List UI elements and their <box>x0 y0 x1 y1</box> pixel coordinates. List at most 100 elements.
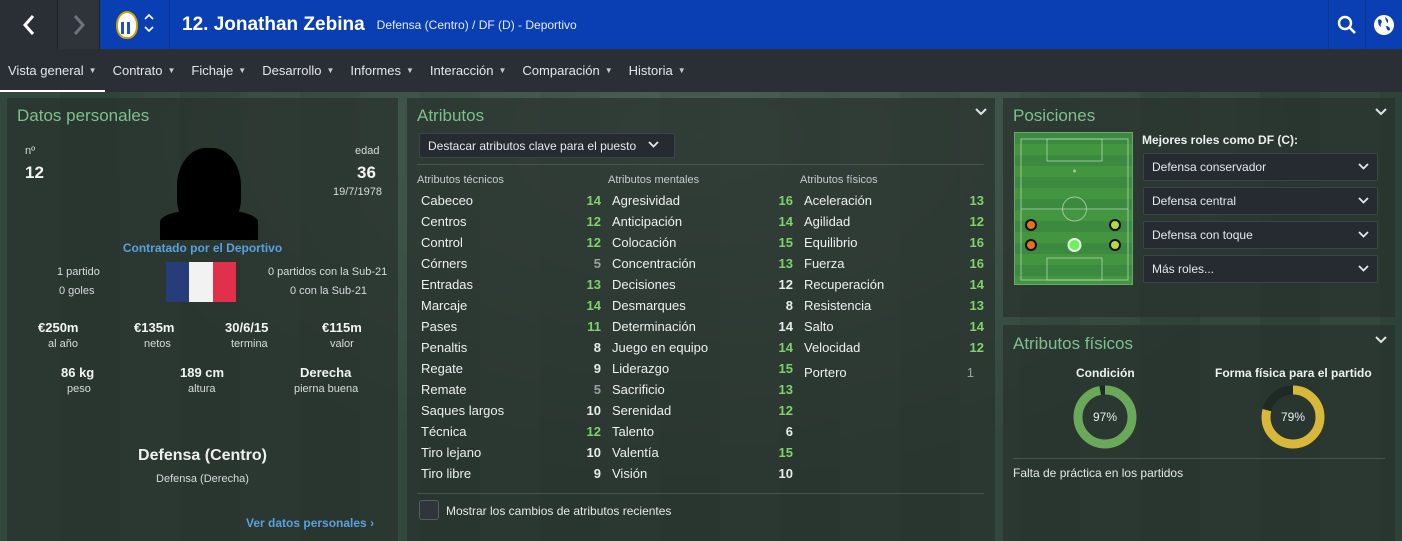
expiry-value: 30/6/15 <box>225 320 269 335</box>
attribute-row[interactable]: Resistencia 13 <box>804 295 984 316</box>
attribute-row[interactable]: Regate 9 <box>421 358 601 379</box>
net-value: €135m <box>134 320 175 335</box>
attribute-value: 13 <box>969 298 984 313</box>
attribute-value: 14 <box>778 214 793 229</box>
attribute-row[interactable]: Liderazgo 15 <box>612 358 793 379</box>
forward-button[interactable] <box>58 0 100 49</box>
attribute-value: 12 <box>969 340 984 355</box>
attribute-name: Decisiones <box>612 277 676 292</box>
match-fitness-label: Forma física para el partido <box>1215 366 1372 380</box>
up-down-arrows-icon[interactable] <box>143 12 154 37</box>
collapse-positions-icon[interactable] <box>1375 107 1387 119</box>
attribute-row[interactable]: Cabeceo 14 <box>421 190 601 211</box>
role-dropdown-3[interactable]: Defensa con toque <box>1143 221 1378 249</box>
attribute-row[interactable]: Velocidad 12 <box>804 337 984 358</box>
fitness-note: Falta de práctica en los partidos <box>1013 466 1184 480</box>
attribute-row[interactable]: Sacrificio 13 <box>612 379 793 400</box>
position-dot-dc <box>1067 238 1082 252</box>
attribute-value: 14 <box>778 319 793 334</box>
divider <box>417 164 984 165</box>
attribute-row[interactable]: Técnica 12 <box>421 421 601 442</box>
attribute-name: Agresividad <box>612 193 680 208</box>
attribute-row[interactable]: Equilibrio 16 <box>804 232 984 253</box>
attribute-value: 14 <box>778 340 793 355</box>
back-button[interactable] <box>0 0 58 49</box>
chevron-down-icon: ▼ <box>677 66 686 75</box>
tab-contrato[interactable]: Contrato ▼ <box>105 49 184 92</box>
view-personal-data-link[interactable]: Ver datos personales › <box>246 516 374 530</box>
attribute-row[interactable]: Saques largos 10 <box>421 400 601 421</box>
attribute-row[interactable]: Agilidad 12 <box>804 211 984 232</box>
attribute-row[interactable]: Agresividad 16 <box>612 190 793 211</box>
search-button[interactable] <box>1328 0 1365 49</box>
link-label: Ver datos personales <box>246 516 367 530</box>
attribute-row[interactable]: Anticipación 14 <box>612 211 793 232</box>
show-changes-label[interactable]: Mostrar los cambios de atributos recient… <box>446 504 671 518</box>
tab-comparacion[interactable]: Comparación ▼ <box>514 49 620 92</box>
attribute-value: 12 <box>778 277 793 292</box>
attribute-row[interactable]: Tiro libre 9 <box>421 463 601 484</box>
more-roles-dropdown[interactable]: Más roles... <box>1143 255 1378 283</box>
attribute-row[interactable]: Juego en equipo 14 <box>612 337 793 358</box>
personal-panel-title: Datos personales <box>17 106 150 125</box>
tab-label: Desarrollo <box>262 63 322 78</box>
attribute-row[interactable]: Control 12 <box>421 232 601 253</box>
attribute-row[interactable]: Centros 12 <box>421 211 601 232</box>
role-dropdown-2[interactable]: Defensa central <box>1143 187 1378 215</box>
attribute-row[interactable]: Salto 14 <box>804 316 984 337</box>
attribute-row[interactable]: Fuerza 16 <box>804 253 984 274</box>
show-changes-checkbox[interactable] <box>419 500 439 520</box>
collapse-physical-icon[interactable] <box>1375 335 1387 347</box>
attribute-row[interactable]: Marcaje 14 <box>421 295 601 316</box>
foot-value: Derecha <box>300 365 352 380</box>
attribute-row[interactable]: Desmarques 8 <box>612 295 793 316</box>
tab-interaccion[interactable]: Interacción ▼ <box>422 49 515 92</box>
attribute-value: 12 <box>586 424 601 439</box>
attribute-row[interactable]: Córners 5 <box>421 253 601 274</box>
chevron-down-icon: ▼ <box>498 66 507 75</box>
attribute-name: Liderazgo <box>612 361 670 376</box>
attribute-row[interactable]: Penaltis 8 <box>421 337 601 358</box>
attribute-row[interactable]: Concentración 13 <box>612 253 793 274</box>
attribute-value: 14 <box>586 193 601 208</box>
tab-desarrollo[interactable]: Desarrollo ▼ <box>254 49 342 92</box>
attribute-row[interactable]: Tiro lejano 10 <box>421 442 601 463</box>
chevron-down-icon: ▼ <box>326 66 335 75</box>
tab-fichaje[interactable]: Fichaje ▼ <box>183 49 254 92</box>
world-button[interactable] <box>1365 0 1402 49</box>
attribute-value: 16 <box>969 256 984 271</box>
tab-informes[interactable]: Informes ▼ <box>342 49 422 92</box>
tab-historia[interactable]: Historia ▼ <box>621 49 694 92</box>
role-dropdown-1[interactable]: Defensa conservador <box>1143 153 1378 181</box>
tab-label: Contrato <box>112 63 163 78</box>
physical-panel-title: Atributos físicos <box>1013 334 1133 353</box>
attribute-name: Remate <box>421 382 467 397</box>
attribute-row[interactable]: Serenidad 12 <box>612 400 793 421</box>
role-label: Más roles... <box>1152 262 1215 276</box>
collapse-attributes-icon[interactable] <box>975 107 987 119</box>
chevron-down-icon: ▼ <box>167 66 176 75</box>
attribute-row[interactable]: Colocación 15 <box>612 232 793 253</box>
highlight-attributes-dropdown[interactable]: Destacar atributos clave para el puesto <box>419 133 675 158</box>
attribute-row[interactable]: Aceleración 13 <box>804 190 984 211</box>
attribute-name: Recuperación <box>804 277 885 292</box>
attribute-row[interactable]: Determinación 14 <box>612 316 793 337</box>
attribute-row[interactable]: Remate 5 <box>421 379 601 400</box>
attribute-name: Valentía <box>612 445 659 460</box>
attribute-row[interactable]: Visión 10 <box>612 463 793 484</box>
attribute-value: 13 <box>778 256 793 271</box>
attribute-value: 14 <box>969 277 984 292</box>
attribute-row[interactable]: Decisiones 12 <box>612 274 793 295</box>
attribute-row[interactable]: Talento 6 <box>612 421 793 442</box>
attribute-row[interactable]: Recuperación 14 <box>804 274 984 295</box>
tab-vista-general[interactable]: Vista general ▼ <box>0 49 105 92</box>
positions-panel-title: Posiciones <box>1013 106 1096 125</box>
attribute-row[interactable]: Pases 11 <box>421 316 601 337</box>
contracted-by[interactable]: Contratado por el Deportivo <box>0 241 405 255</box>
club-selector[interactable] <box>100 0 170 49</box>
expiry-label: termina <box>231 338 268 350</box>
attribute-row[interactable]: Entradas 13 <box>421 274 601 295</box>
attribute-row[interactable]: Valentía 15 <box>612 442 793 463</box>
attribute-value: 15 <box>778 361 793 376</box>
attribute-value: 9 <box>593 466 601 481</box>
